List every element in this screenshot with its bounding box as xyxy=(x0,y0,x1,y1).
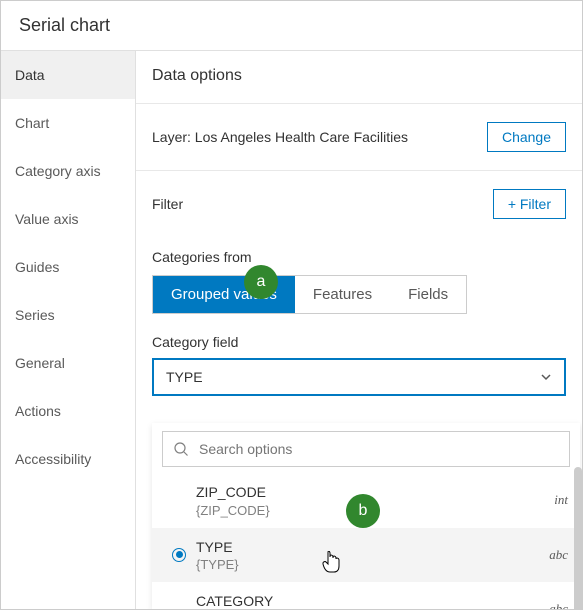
category-field-dropdown[interactable]: TYPE xyxy=(152,358,566,396)
cursor-pointer-icon xyxy=(322,551,342,575)
window-title: Serial chart xyxy=(1,1,582,51)
scrollbar-thumb[interactable] xyxy=(574,467,582,609)
option-text: TYPE {TYPE} xyxy=(196,538,538,573)
category-field-label: Category field xyxy=(152,314,566,358)
callout-a: a xyxy=(244,265,278,299)
option-type: abc xyxy=(538,601,568,609)
sidebar-item-data[interactable]: Data xyxy=(1,51,135,99)
add-filter-button[interactable]: + Filter xyxy=(493,189,566,219)
filter-row: Filter + Filter xyxy=(152,171,566,237)
option-type: abc xyxy=(538,547,568,563)
segment-fields[interactable]: Fields xyxy=(390,276,466,313)
section-title: Data options xyxy=(152,51,566,103)
chevron-down-icon xyxy=(540,371,552,383)
option-text: CATEGORY {CATEGORY} xyxy=(196,592,538,609)
option-type-field[interactable]: TYPE {TYPE} abc xyxy=(152,528,580,583)
segment-features[interactable]: Features xyxy=(295,276,390,313)
sidebar-item-value-axis[interactable]: Value axis xyxy=(1,195,135,243)
search-icon xyxy=(173,441,189,457)
sidebar-item-series[interactable]: Series xyxy=(1,291,135,339)
radio-col xyxy=(162,548,196,562)
option-sub: {TYPE} xyxy=(196,557,538,572)
config-window: Serial chart Data Chart Category axis Va… xyxy=(0,0,583,610)
search-row xyxy=(162,431,570,467)
option-type: int xyxy=(538,492,568,508)
option-name: CATEGORY xyxy=(196,592,538,609)
sidebar-item-guides[interactable]: Guides xyxy=(1,243,135,291)
callout-b: b xyxy=(346,494,380,528)
main-panel: Data options Layer: Los Angeles Health C… xyxy=(136,51,582,609)
sidebar-item-chart[interactable]: Chart xyxy=(1,99,135,147)
dropdown-value: TYPE xyxy=(166,369,203,385)
sidebar-item-category-axis[interactable]: Category axis xyxy=(1,147,135,195)
window-body: Data Chart Category axis Value axis Guid… xyxy=(1,51,582,609)
layer-row: Layer: Los Angeles Health Care Facilitie… xyxy=(152,104,566,170)
sidebar-item-general[interactable]: General xyxy=(1,339,135,387)
categories-segment: Grouped values Features Fields xyxy=(152,275,467,314)
sidebar: Data Chart Category axis Value axis Guid… xyxy=(1,51,136,609)
change-button[interactable]: Change xyxy=(487,122,566,152)
sidebar-item-accessibility[interactable]: Accessibility xyxy=(1,435,135,483)
search-input[interactable] xyxy=(199,441,559,457)
layer-label: Layer: Los Angeles Health Care Facilitie… xyxy=(152,129,408,145)
categories-from-label: Categories from xyxy=(152,237,566,275)
filter-label: Filter xyxy=(152,196,183,212)
option-name: TYPE xyxy=(196,538,538,558)
sidebar-item-actions[interactable]: Actions xyxy=(1,387,135,435)
radio-selected-icon xyxy=(172,548,186,562)
option-category[interactable]: CATEGORY {CATEGORY} abc xyxy=(152,582,580,609)
